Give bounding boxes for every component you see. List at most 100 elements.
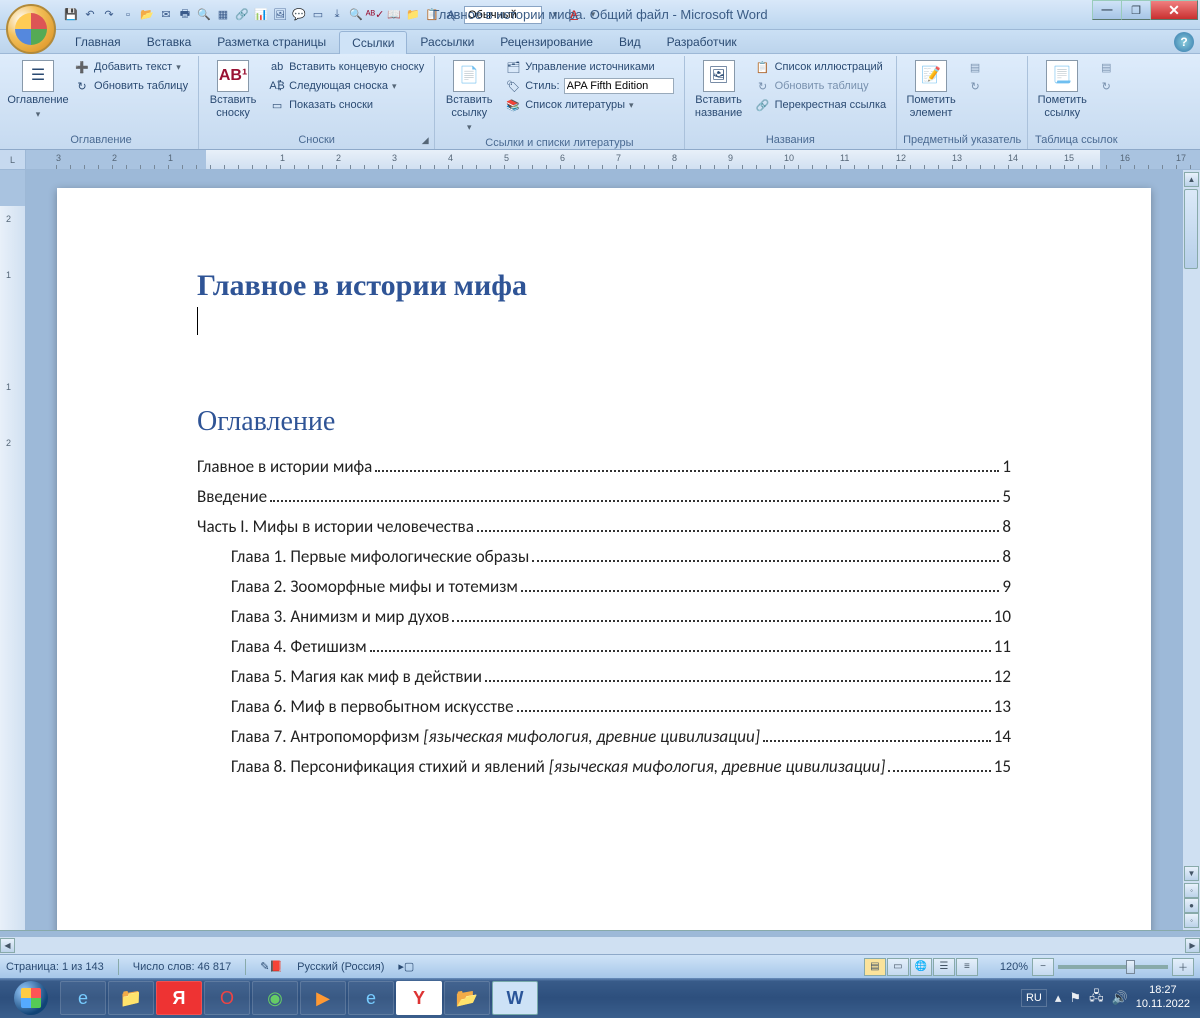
update-toc-button[interactable]: ↻Обновить таблицу [70, 77, 192, 95]
scroll-up-button[interactable]: ▲ [1184, 172, 1199, 187]
update-captions-button[interactable]: ↻Обновить таблицу [751, 77, 891, 95]
qat-chart-icon[interactable]: 📊 [252, 6, 270, 24]
toc-entry[interactable]: Часть I. Мифы в истории человечества8 [197, 516, 1011, 537]
page[interactable]: Главное в истории мифа Оглавление Главно… [57, 188, 1151, 930]
maximize-button[interactable] [1121, 0, 1151, 20]
horizontal-ruler[interactable]: L 3211234567891011121314151617 [0, 150, 1200, 170]
citation-style-select[interactable] [564, 78, 674, 94]
taskbar-opera-icon[interactable]: O [204, 981, 250, 1015]
tab-mailings[interactable]: Рассылки [407, 30, 487, 53]
next-footnote-button[interactable]: A₿Следующая сноска [265, 77, 428, 95]
toc-entry[interactable]: Глава 5. Магия как миф в действии12 [197, 666, 1011, 687]
toc-entry[interactable]: Глава 7. Антропоморфизм [языческая мифол… [197, 726, 1011, 747]
qat-save-icon[interactable]: 💾 [62, 6, 80, 24]
qat-table-icon[interactable]: ▦ [214, 6, 232, 24]
taskbar-media-icon[interactable]: ▶ [300, 981, 346, 1015]
page-status[interactable]: Страница: 1 из 143 [6, 961, 104, 973]
outline-view[interactable]: ☰ [933, 958, 955, 976]
document-viewport[interactable]: Главное в истории мифа Оглавление Главно… [26, 170, 1182, 930]
zoom-in-button[interactable]: ＋ [1172, 958, 1194, 976]
tab-view[interactable]: Вид [606, 30, 654, 53]
scroll-thumb[interactable] [1184, 189, 1198, 269]
tray-volume-icon[interactable]: 🔊 [1112, 990, 1128, 1006]
browse-object-button[interactable]: ● [1184, 898, 1199, 913]
qat-mail-icon[interactable]: ✉ [157, 6, 175, 24]
qat-redo-icon[interactable]: ↷ [100, 6, 118, 24]
toc-entry[interactable]: Глава 8. Персонификация стихий и явлений… [197, 756, 1011, 777]
qat-undo-icon[interactable]: ↶ [81, 6, 99, 24]
mark-citation-button[interactable]: 📃 Пометить ссылку [1034, 58, 1090, 122]
figures-list-button[interactable]: 📋Список иллюстраций [751, 58, 891, 76]
next-page-button[interactable]: ◦ [1184, 913, 1199, 928]
insert-citation-button[interactable]: 📄 Вставить ссылку [441, 58, 497, 135]
insert-toa-button[interactable]: ▤ [1094, 58, 1118, 76]
help-button[interactable]: ? [1174, 32, 1194, 52]
add-text-button[interactable]: ➕Добавить текст [70, 58, 192, 76]
insert-endnote-button[interactable]: abВставить концевую сноску [265, 58, 428, 76]
scroll-left-button[interactable]: ◀ [0, 938, 15, 953]
zoom-value[interactable]: 120% [1000, 961, 1028, 973]
language-indicator[interactable]: RU [1021, 989, 1047, 1007]
vertical-scrollbar[interactable]: ▲ ▼ ◦ ● ◦ [1182, 170, 1200, 930]
update-toa-button[interactable]: ↻ [1094, 77, 1118, 95]
taskbar-torrent-icon[interactable]: ◉ [252, 981, 298, 1015]
tab-developer[interactable]: Разработчик [654, 30, 750, 53]
tab-references[interactable]: Ссылки [339, 31, 407, 54]
taskbar-word-icon[interactable]: W [492, 981, 538, 1015]
draft-view[interactable]: ≡ [956, 958, 978, 976]
tab-layout[interactable]: Разметка страницы [204, 30, 339, 53]
qat-preview-icon[interactable]: 🔍 [195, 6, 213, 24]
toc-button[interactable]: ☰ Оглавление [10, 58, 66, 122]
close-button[interactable] [1150, 0, 1198, 20]
tab-home[interactable]: Главная [62, 30, 134, 53]
toc-entry[interactable]: Введение5 [197, 486, 1011, 507]
taskbar-explorer-icon[interactable]: 📁 [108, 981, 154, 1015]
taskbar-ie2-icon[interactable]: e [348, 981, 394, 1015]
toc-entry[interactable]: Главное в истории мифа1 [197, 456, 1011, 477]
show-footnotes-button[interactable]: ▭Показать сноски [265, 96, 428, 114]
tab-insert[interactable]: Вставка [134, 30, 205, 53]
scroll-down-button[interactable]: ▼ [1184, 866, 1199, 881]
manage-sources-button[interactable]: 🗂Управление источниками [501, 58, 677, 76]
taskbar-yandex-icon[interactable]: Я [156, 981, 202, 1015]
toc-entry[interactable]: Глава 1. Первые мифологические образы8 [197, 546, 1011, 567]
print-layout-view[interactable]: ▤ [864, 958, 886, 976]
scroll-right-button[interactable]: ▶ [1185, 938, 1200, 953]
start-button[interactable] [4, 980, 58, 1016]
qat-image-icon[interactable]: 🖼 [271, 6, 289, 24]
toc-container[interactable]: Главное в истории мифа1 Введение5 Часть I.… [197, 456, 1011, 777]
footnotes-dialog-launcher[interactable]: ◢ [418, 133, 432, 147]
office-button[interactable] [6, 4, 56, 54]
tray-flag-icon[interactable]: ⚑ [1069, 990, 1081, 1006]
taskbar-ie-icon[interactable]: e [60, 981, 106, 1015]
macro-status-icon[interactable]: ▸▢ [398, 960, 414, 973]
tray-show-hidden-icon[interactable]: ▴ [1055, 990, 1062, 1006]
word-count[interactable]: Число слов: 46 817 [133, 961, 231, 973]
zoom-out-button[interactable]: − [1032, 958, 1054, 976]
zoom-thumb[interactable] [1126, 960, 1135, 974]
toc-entry[interactable]: Глава 3. Анимизм и мир духов10 [197, 606, 1011, 627]
web-view[interactable]: 🌐 [910, 958, 932, 976]
insert-footnote-button[interactable]: AB¹ Вставить сноску [205, 58, 261, 122]
language-status[interactable]: Русский (Россия) [297, 961, 384, 973]
vertical-ruler[interactable]: 2112 [0, 170, 26, 930]
toc-entry[interactable]: Глава 6. Миф в первобытном искусстве13 [197, 696, 1011, 717]
toc-entry[interactable]: Глава 2. Зооморфные мифы и тотемизм9 [197, 576, 1011, 597]
qat-open-icon[interactable]: 📂 [138, 6, 156, 24]
cross-reference-button[interactable]: 🔗Перекрестная ссылка [751, 96, 891, 114]
toc-heading[interactable]: Оглавление [197, 405, 1011, 438]
document-title[interactable]: Главное в истории мифа [197, 268, 1011, 303]
tray-network-icon[interactable]: 🖧 [1089, 987, 1104, 1009]
qat-link-icon[interactable]: 🔗 [233, 6, 251, 24]
horizontal-scrollbar[interactable]: ◀ ▶ [0, 936, 1200, 954]
insert-caption-button[interactable]: 🖼 Вставить название [691, 58, 747, 122]
toc-entry[interactable]: Глава 4. Фетишизм11 [197, 636, 1011, 657]
ruler-corner[interactable]: L [0, 150, 26, 169]
fullscreen-view[interactable]: ▭ [887, 958, 909, 976]
clock[interactable]: 18:27 10.11.2022 [1136, 984, 1190, 1012]
taskbar-ybrowser-icon[interactable]: Y [396, 981, 442, 1015]
insert-index-button[interactable]: ▤ [963, 58, 987, 76]
mark-entry-button[interactable]: 📝 Пометить элемент [903, 58, 959, 122]
bibliography-button[interactable]: 📚Список литературы [501, 96, 677, 114]
qat-new-icon[interactable]: ▫ [119, 6, 137, 24]
